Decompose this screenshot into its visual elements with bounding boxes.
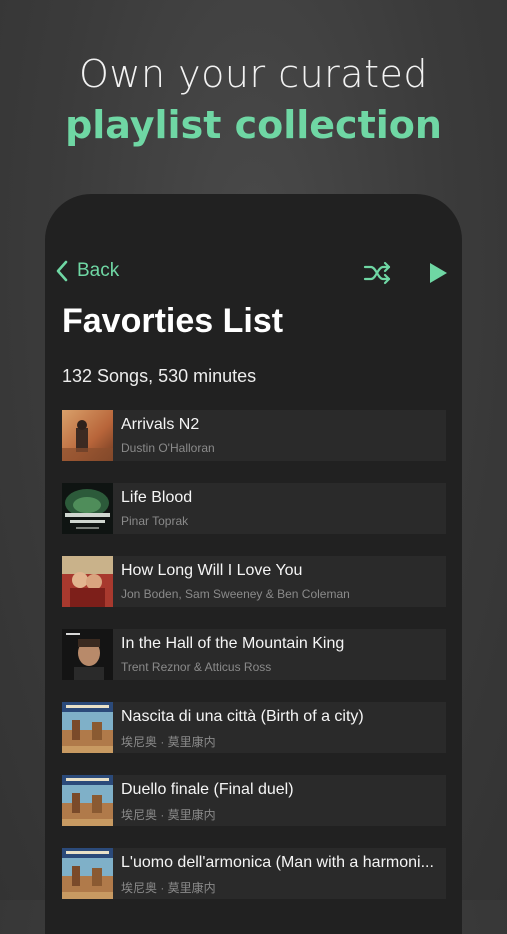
play-icon[interactable] (427, 260, 449, 286)
song-title: Arrivals N2 (121, 416, 200, 433)
album-art-western (62, 848, 113, 899)
back-label: Back (77, 260, 120, 281)
album-art-western (62, 702, 113, 753)
phone-screen: Back Favorties List 132 Songs, 530 minut… (45, 194, 462, 934)
song-row[interactable]: Duello finale (Final duel) 埃尼奥 · 莫里康内 (62, 775, 446, 826)
song-artist: Dustin O'Halloran (121, 441, 215, 455)
album-art-about-time (62, 556, 113, 607)
song-title: L'uomo dell'armonica (Man with a harmoni… (121, 854, 434, 871)
back-button[interactable]: Back (55, 260, 119, 282)
headline-line2: playlist collection (65, 103, 442, 147)
album-art-social-network (62, 629, 113, 680)
headline-line1: Own your curated (79, 52, 428, 96)
playlist-title: Favorties List (62, 302, 284, 340)
song-artist: Jon Boden, Sam Sweeney & Ben Coleman (121, 587, 350, 601)
song-title: Duello finale (Final duel) (121, 781, 294, 798)
song-row[interactable]: Arrivals N2 Dustin O'Halloran (62, 410, 446, 461)
song-list: Arrivals N2 Dustin O'Halloran Life Blood… (62, 410, 446, 921)
nav-bar: Back (45, 256, 462, 292)
song-row[interactable]: In the Hall of the Mountain King Trent R… (62, 629, 446, 680)
song-title: In the Hall of the Mountain King (121, 635, 345, 652)
album-art-arrivals (62, 410, 113, 461)
song-artist: 埃尼奥 · 莫里康内 (121, 735, 216, 749)
song-title: How Long Will I Love You (121, 562, 303, 579)
album-art-our-living-world (62, 483, 113, 534)
song-artist: 埃尼奥 · 莫里康内 (121, 881, 216, 895)
song-title: Life Blood (121, 489, 193, 506)
song-row[interactable]: L'uomo dell'armonica (Man with a harmoni… (62, 848, 446, 899)
song-artist: 埃尼奥 · 莫里康内 (121, 808, 216, 822)
shuffle-icon[interactable] (363, 260, 393, 286)
chevron-left-icon (56, 260, 68, 282)
song-row[interactable]: Life Blood Pinar Toprak (62, 483, 446, 534)
song-artist: Pinar Toprak (121, 514, 189, 528)
headline: Own your curated playlist collection (0, 52, 507, 150)
playlist-summary: 132 Songs, 530 minutes (62, 366, 257, 386)
song-row[interactable]: Nascita di una città (Birth of a city) 埃… (62, 702, 446, 753)
song-artist: Trent Reznor & Atticus Ross (121, 660, 272, 674)
album-art-western (62, 775, 113, 826)
song-title: Nascita di una città (Birth of a city) (121, 708, 364, 725)
song-row[interactable]: How Long Will I Love You Jon Boden, Sam … (62, 556, 446, 607)
